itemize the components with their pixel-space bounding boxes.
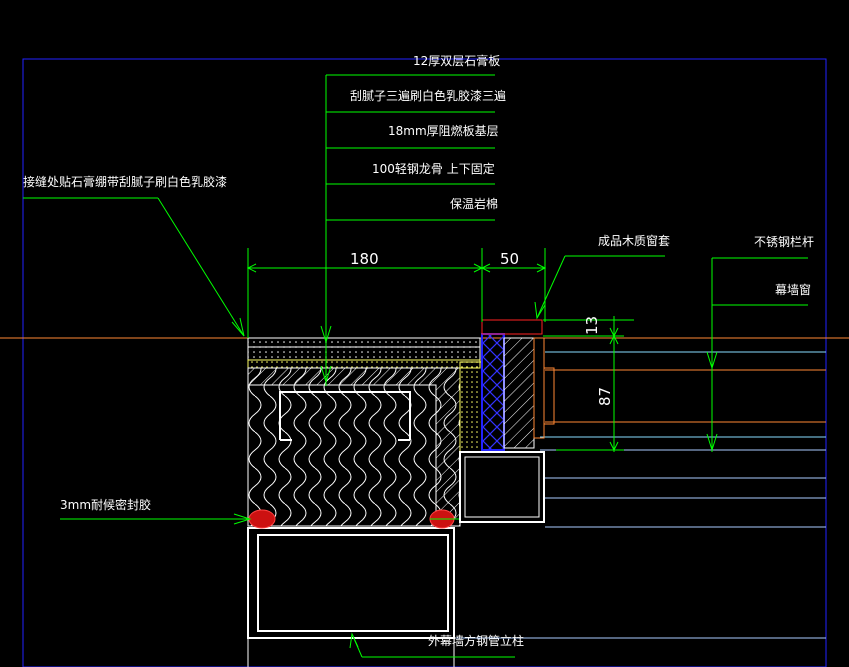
vertical-dimension — [543, 316, 634, 452]
label-putty: 刮腻子三遍刷白色乳胶漆三遍 — [350, 88, 506, 103]
lower-box — [459, 451, 545, 523]
window-trim-top — [481, 319, 543, 335]
dim-180: 180 — [350, 250, 379, 268]
dim-87: 87 — [596, 387, 614, 406]
gypsum-layer — [247, 337, 481, 361]
window-trim-edge — [533, 337, 545, 439]
dim-50: 50 — [500, 250, 519, 268]
window-trim-leader — [534, 255, 665, 320]
window-frame — [481, 333, 505, 451]
label-railing: 不锈钢栏杆 — [754, 234, 814, 249]
cad-drawing: 12厚双层石膏板 刮腻子三遍刷白色乳胶漆三遍 18mm厚阻燃板基层 100轻钢龙… — [0, 53, 849, 667]
label-curtain-window: 幕墙窗 — [775, 283, 811, 297]
steel-column — [247, 527, 455, 639]
dim-13: 13 — [583, 316, 601, 335]
fireboard-layer — [247, 359, 481, 369]
sealant-bead-left — [248, 509, 276, 529]
fireboard-side — [459, 361, 483, 453]
label-window-trim: 成品木质窗套 — [598, 234, 670, 248]
lower-box-inner — [464, 456, 540, 518]
label-steel-column: 外幕墙方钢管立柱 — [428, 633, 524, 648]
label-sealant: 3mm耐候密封胶 — [60, 497, 151, 512]
steel-column-inner — [257, 534, 449, 632]
label-insulation: 保温岩棉 — [450, 196, 498, 211]
window-stop — [543, 367, 555, 425]
label-gypsum: 12厚双层石膏板 — [413, 53, 500, 68]
label-keel: 100轻钢龙骨 上下固定 — [372, 161, 495, 176]
joint-leader — [23, 197, 245, 337]
label-joint: 接缝处贴石膏绷带刮腻子刷白色乳胶漆 — [23, 174, 227, 189]
label-fireboard: 18mm厚阻燃板基层 — [388, 123, 499, 138]
window-trim-body — [503, 337, 535, 449]
